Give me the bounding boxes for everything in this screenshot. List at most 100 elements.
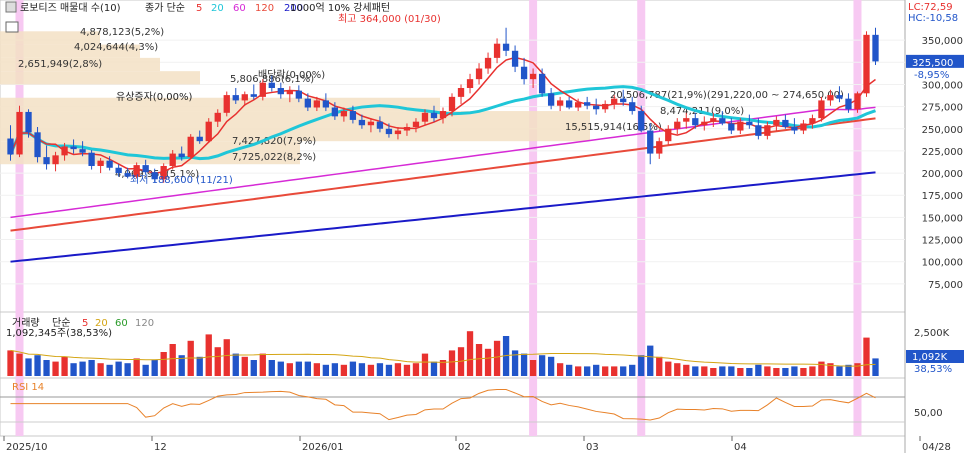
volume-bar bbox=[97, 363, 104, 376]
volume-bar bbox=[277, 361, 284, 376]
candle-body bbox=[629, 102, 636, 112]
volume-bar bbox=[259, 353, 266, 376]
volume-bar bbox=[124, 363, 131, 376]
candle-body bbox=[205, 121, 212, 142]
volume-bar bbox=[7, 350, 14, 376]
volume-bar bbox=[800, 368, 807, 376]
candle-body bbox=[638, 111, 645, 131]
candle-body bbox=[223, 95, 230, 113]
candle-body bbox=[376, 121, 384, 129]
candle-body bbox=[827, 95, 834, 101]
volume-bar bbox=[34, 355, 41, 376]
volume-bar bbox=[358, 363, 366, 376]
candle-body bbox=[250, 94, 257, 97]
candle-body bbox=[412, 121, 420, 127]
chart-title: 로보티즈 매물대 수(10) bbox=[20, 2, 121, 14]
candle-body bbox=[277, 88, 284, 95]
volume-bar bbox=[791, 366, 798, 376]
date-label: 04/28 bbox=[922, 442, 951, 453]
candle-body bbox=[61, 146, 68, 156]
candle-body bbox=[575, 102, 582, 108]
candle-body bbox=[845, 98, 852, 110]
volume-bar bbox=[493, 340, 501, 376]
volume-bar bbox=[755, 364, 762, 376]
candle-body bbox=[565, 100, 573, 108]
volume-bar bbox=[674, 363, 681, 376]
candle-body bbox=[187, 136, 194, 158]
hc-value: HC:-10,58 bbox=[908, 13, 958, 24]
volume-bar bbox=[710, 368, 717, 376]
candle-body bbox=[70, 146, 77, 150]
candle-body bbox=[304, 98, 311, 108]
volume-bar bbox=[872, 358, 879, 376]
candle-body bbox=[34, 132, 41, 158]
candle-body bbox=[331, 107, 339, 117]
volume-bar bbox=[620, 366, 627, 376]
volume-bar bbox=[746, 368, 753, 376]
date-label: 2025/10 bbox=[6, 442, 48, 453]
volume-bar bbox=[88, 360, 95, 376]
current-change: -8,95% bbox=[914, 70, 949, 81]
candle-body bbox=[79, 149, 86, 153]
candle-body bbox=[520, 66, 528, 80]
candle-body bbox=[448, 96, 456, 112]
price-axis: 350,000325,000300,000275,000250,000225,0… bbox=[906, 36, 964, 419]
ma-label: 종가 단순 bbox=[145, 2, 185, 14]
volume-bar bbox=[538, 355, 546, 376]
price-tick: 200,000 bbox=[922, 169, 963, 180]
volume-bar bbox=[304, 361, 311, 376]
current-price: 325,500 bbox=[912, 58, 953, 69]
volume-bar bbox=[394, 363, 402, 376]
volume-bar bbox=[430, 361, 438, 376]
volume-bar bbox=[701, 366, 708, 376]
volume-bar bbox=[61, 356, 68, 376]
volume-bar bbox=[151, 360, 158, 376]
volume-bar bbox=[728, 366, 735, 376]
candle-body bbox=[340, 111, 348, 117]
candle-body bbox=[854, 93, 861, 110]
date-label: 04 bbox=[734, 442, 747, 453]
volume-bar bbox=[575, 366, 582, 376]
table-icon[interactable] bbox=[5, 21, 19, 33]
candle-body bbox=[836, 95, 843, 99]
candle-body bbox=[818, 100, 825, 119]
candle-body bbox=[692, 118, 699, 126]
candle-body bbox=[764, 125, 771, 136]
menu-icon[interactable] bbox=[5, 1, 17, 13]
volume-bar bbox=[556, 363, 564, 376]
candle-body bbox=[313, 100, 321, 108]
volume-bar bbox=[773, 368, 780, 376]
candle-body bbox=[214, 112, 221, 122]
rsi-tick: 50,00 bbox=[914, 408, 943, 419]
candle-body bbox=[367, 121, 375, 126]
candle-body bbox=[349, 111, 357, 120]
volume-bar bbox=[403, 364, 411, 376]
candle-body bbox=[232, 95, 239, 101]
price-tick: 250,000 bbox=[922, 125, 963, 136]
price-tick: 350,000 bbox=[922, 36, 963, 47]
price-tick: 225,000 bbox=[922, 147, 963, 158]
candle-body bbox=[800, 123, 807, 131]
candle-body bbox=[602, 103, 609, 110]
volume-value: 1,092,345주(38,53%) bbox=[6, 328, 112, 339]
candle-body bbox=[782, 119, 789, 127]
profile-label: 7,725,022(8,2%) bbox=[232, 152, 316, 163]
candle-body bbox=[584, 102, 591, 106]
volume-bar bbox=[142, 364, 149, 376]
volume-bar bbox=[70, 363, 77, 376]
date-label: 12 bbox=[154, 442, 167, 453]
profile-label: 4,878,123(5,2%) bbox=[80, 27, 164, 38]
candle-body bbox=[728, 123, 735, 131]
candle-body bbox=[106, 160, 113, 168]
volume-current-pct: 38,53% bbox=[914, 364, 952, 375]
price-tick: 175,000 bbox=[922, 191, 963, 202]
candle-body bbox=[7, 138, 14, 155]
volume-bar bbox=[214, 347, 221, 376]
volume-bar bbox=[737, 368, 744, 376]
candle-body bbox=[529, 73, 537, 80]
volume-bar bbox=[665, 361, 672, 376]
volume-bar bbox=[349, 361, 357, 376]
candle-body bbox=[511, 50, 519, 67]
high-annotation: 최고 364,000 (01/30) bbox=[338, 13, 441, 25]
volume-ma-period-120: 120 bbox=[135, 318, 154, 329]
